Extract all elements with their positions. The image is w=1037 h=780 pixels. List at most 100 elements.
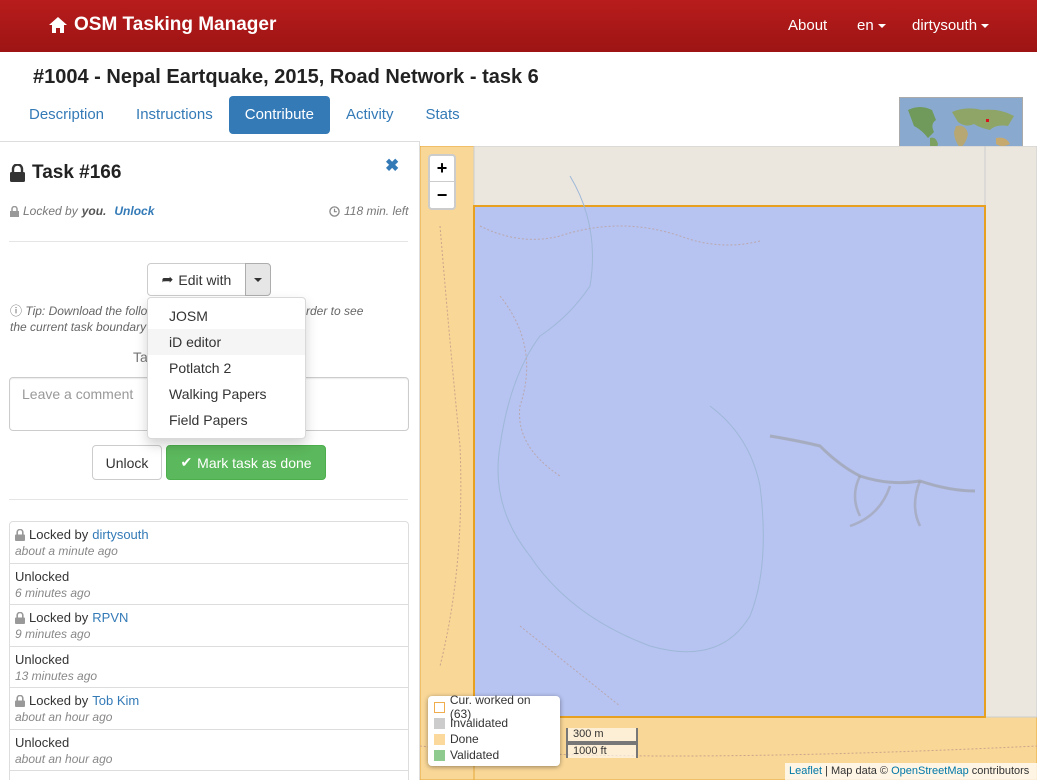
lock-icon bbox=[15, 611, 25, 624]
user-label: dirtysouth bbox=[912, 17, 978, 34]
menu-item-id-editor[interactable]: iD editor bbox=[148, 329, 305, 355]
unlock-button[interactable]: Unlock bbox=[92, 445, 162, 480]
locked-by-user: you. bbox=[81, 204, 107, 218]
locked-by-text: Locked by bbox=[23, 204, 78, 218]
minimap-marker bbox=[986, 119, 989, 122]
history-action: Locked by bbox=[29, 610, 89, 625]
menu-item-walking-papers[interactable]: Walking Papers bbox=[148, 381, 305, 407]
divider bbox=[9, 499, 408, 500]
history-action: Unlocked bbox=[15, 734, 70, 750]
leaflet-link[interactable]: Leaflet bbox=[789, 765, 822, 777]
history-user-link[interactable]: RPVN bbox=[92, 610, 128, 625]
clock-icon bbox=[329, 205, 340, 217]
info-icon: ⓘ bbox=[10, 304, 23, 318]
divider bbox=[9, 241, 408, 242]
legend-item: Cur. worked on (63) bbox=[434, 693, 554, 721]
menu-item-field-papers[interactable]: Field Papers bbox=[148, 407, 305, 433]
current-task-square bbox=[473, 205, 986, 718]
tab-bar: Description Instructions Contribute Acti… bbox=[13, 96, 476, 134]
done-task-left bbox=[420, 146, 475, 780]
editor-dropdown-menu: JOSM iD editor Potlatch 2 Walking Papers… bbox=[147, 297, 306, 439]
check-icon: ✔ bbox=[180, 454, 193, 470]
tip-line-2: the current task boundary bbox=[10, 320, 147, 334]
user-dropdown[interactable]: dirtysouth bbox=[912, 17, 990, 34]
edit-with-dropdown-toggle[interactable] bbox=[245, 263, 271, 296]
map-scale: 300 m 1000 ft bbox=[566, 728, 638, 758]
nav-about[interactable]: About bbox=[788, 17, 827, 34]
legend-label: Done bbox=[450, 732, 479, 746]
lock-icon bbox=[15, 528, 25, 541]
attribution-suffix: contributors bbox=[968, 765, 1030, 777]
menu-item-josm[interactable]: JOSM bbox=[148, 303, 305, 329]
unlock-link[interactable]: Unlock bbox=[114, 204, 154, 218]
history-item: Unlocked about an hour ago bbox=[10, 730, 408, 771]
task-panel: Task #166 ✖ Locked by you. Unlock 118 mi… bbox=[0, 141, 420, 780]
tab-stats[interactable]: Stats bbox=[409, 96, 475, 134]
history-time: 13 minutes ago bbox=[15, 668, 98, 683]
comment-placeholder: Leave a comment bbox=[22, 386, 134, 402]
tip-text-start: Tip: Download the follo bbox=[25, 304, 148, 318]
history-time: 9 minutes ago bbox=[15, 627, 91, 641]
history-time: about a minute ago bbox=[15, 544, 118, 558]
legend-swatch bbox=[434, 749, 445, 761]
navbar: OSM Tasking Manager About en dirtysouth bbox=[0, 0, 1037, 52]
map-attribution: Leaflet | Map data © OpenStreetMap contr… bbox=[785, 763, 1037, 780]
tab-instructions[interactable]: Instructions bbox=[120, 96, 229, 134]
edit-with-button[interactable]: ➦ Edit with bbox=[147, 263, 246, 296]
history-time: about an hour ago bbox=[15, 751, 113, 766]
history-action: Locked by bbox=[29, 693, 89, 708]
history-action: Locked by bbox=[29, 527, 89, 542]
legend-swatch bbox=[434, 733, 445, 745]
history-user-link[interactable]: dirtysouth bbox=[92, 527, 148, 542]
chevron-down-icon bbox=[877, 24, 886, 29]
task-history: Locked by dirtysouth about a minute ago … bbox=[9, 521, 409, 780]
share-icon: ➦ bbox=[161, 271, 174, 287]
lock-icon bbox=[10, 164, 25, 182]
map-legend: Cur. worked on (63) Invalidated Done Val… bbox=[428, 693, 560, 766]
history-item: Locked by dirtysouth about a minute ago bbox=[10, 522, 408, 564]
task-map[interactable] bbox=[420, 146, 1037, 780]
tab-contribute[interactable]: Contribute bbox=[228, 96, 330, 134]
brand-label: OSM Tasking Manager bbox=[74, 14, 277, 35]
menu-item-potlatch[interactable]: Potlatch 2 bbox=[148, 355, 305, 381]
legend-label: Validated bbox=[450, 748, 500, 762]
legend-swatch bbox=[434, 717, 445, 729]
time-left-text: 118 min. left bbox=[344, 204, 409, 218]
history-time: 6 minutes ago bbox=[15, 585, 91, 600]
task-title: Task #166 bbox=[32, 162, 122, 183]
language-label: en bbox=[857, 17, 874, 34]
legend-item: Done bbox=[434, 731, 554, 747]
history-action: Unlocked bbox=[15, 651, 70, 667]
zoom-in-button[interactable]: + bbox=[430, 156, 454, 182]
tab-activity[interactable]: Activity bbox=[330, 96, 410, 134]
history-item: Unlocked 13 minutes ago bbox=[10, 647, 408, 688]
brand-link[interactable]: OSM Tasking Manager bbox=[48, 14, 276, 36]
chevron-down-icon bbox=[981, 24, 990, 29]
page-title: #1004 - Nepal Eartquake, 2015, Road Netw… bbox=[33, 66, 539, 88]
close-icon[interactable]: ✖ bbox=[385, 156, 399, 176]
history-action: Unlocked bbox=[15, 568, 70, 584]
neighbour-task-right bbox=[984, 146, 1037, 718]
history-user-link[interactable]: Tob Kim bbox=[92, 693, 139, 708]
mark-done-button[interactable]: ✔ Mark task as done bbox=[166, 445, 326, 480]
history-item: Unlocked 6 minutes ago bbox=[10, 564, 408, 605]
legend-item: Validated bbox=[434, 747, 554, 763]
lock-icon bbox=[10, 205, 19, 217]
edit-with-label: Edit with bbox=[178, 271, 232, 288]
task-label-fragment: Ta bbox=[133, 349, 148, 365]
history-time: about an hour ago bbox=[15, 710, 113, 724]
scale-metric: 300 m bbox=[566, 728, 638, 743]
legend-label: Invalidated bbox=[450, 716, 509, 730]
attribution-text: | Map data © bbox=[822, 765, 892, 777]
task-heading: Task #166 bbox=[10, 162, 121, 184]
neighbour-task-top bbox=[473, 146, 986, 207]
osm-link[interactable]: OpenStreetMap bbox=[891, 765, 969, 777]
zoom-out-button[interactable]: − bbox=[430, 182, 454, 208]
mark-done-label: Mark task as done bbox=[197, 454, 312, 471]
language-dropdown[interactable]: en bbox=[857, 17, 886, 34]
home-icon bbox=[49, 17, 67, 33]
history-item: Locked by Tob Kim about an hour ago bbox=[10, 688, 408, 730]
lock-status: Locked by you. Unlock bbox=[10, 204, 154, 218]
legend-swatch bbox=[434, 701, 445, 713]
tab-description[interactable]: Description bbox=[13, 96, 120, 134]
